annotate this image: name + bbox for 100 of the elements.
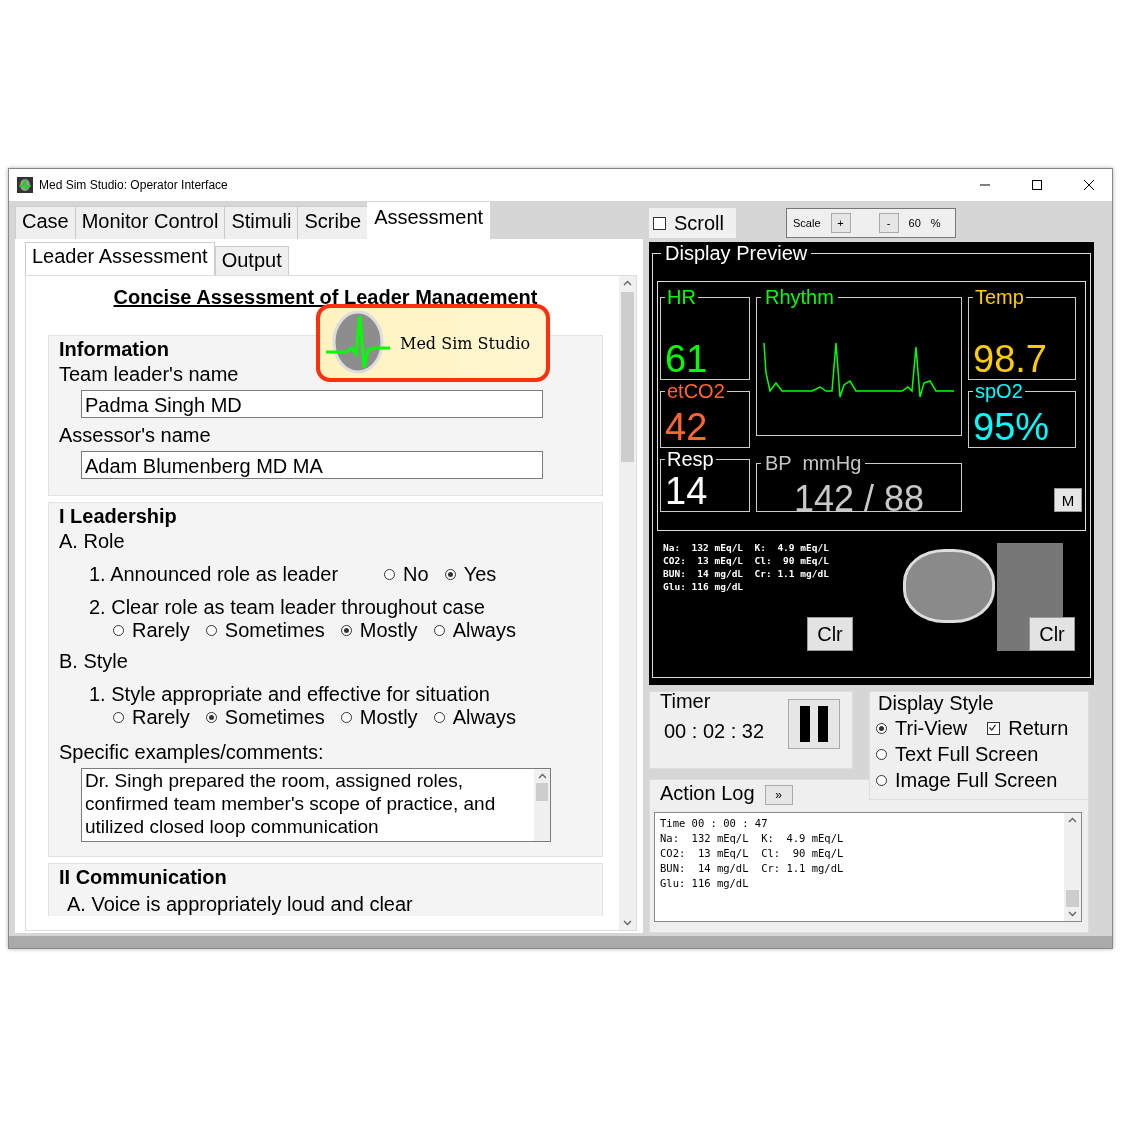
mode-button[interactable]: M <box>1054 488 1082 512</box>
brain-ecg-icon <box>324 310 392 376</box>
radio-button[interactable] <box>444 569 456 580</box>
scroll-up-icon[interactable] <box>623 280 632 286</box>
check-icon <box>988 722 998 732</box>
panel-title: Action Log <box>660 781 755 805</box>
scale-label: Scale <box>793 217 821 229</box>
expand-button[interactable]: » <box>764 785 793 805</box>
tab[interactable]: Stimuli <box>224 206 299 239</box>
radio-button[interactable] <box>876 722 887 734</box>
checkbox[interactable] <box>653 216 666 230</box>
question-text: A. Voice is appropriately loud and clear <box>67 893 413 916</box>
field-label: Assessor's name <box>59 424 211 447</box>
vital-value: 142 / 88 <box>792 481 926 517</box>
app-icon <box>17 177 33 193</box>
scrollbar-thumb[interactable] <box>536 783 548 801</box>
tab[interactable]: Case <box>15 206 76 239</box>
vital-label: HR <box>666 286 697 309</box>
option-label: Rarely <box>132 619 190 642</box>
clear-button[interactable]: Clr <box>1029 617 1075 651</box>
question-text: 1. Style appropriate and effective for situation <box>89 683 490 705</box>
input-field[interactable]: Adam Blumenberg MD MA <box>81 451 543 479</box>
question-text: 2. Clear role as team leader throughout case <box>89 596 485 618</box>
section-heading: II Communication <box>59 866 227 889</box>
vital-value: 95% <box>973 407 1051 447</box>
pause-icon <box>800 706 828 742</box>
radio-button[interactable] <box>205 625 217 636</box>
form-title: Concise Assessment of Leader Management <box>112 286 539 309</box>
zoom-in-button[interactable]: + <box>830 213 851 233</box>
tab[interactable]: Monitor Control <box>74 206 226 239</box>
radio-button[interactable] <box>433 712 445 723</box>
option-label: Rarely <box>132 706 190 729</box>
vital-label: Resp <box>666 448 715 471</box>
scrollbar-thumb[interactable] <box>1066 890 1079 907</box>
tab[interactable]: Output <box>214 246 289 275</box>
scrollbar-thumb[interactable] <box>621 292 634 462</box>
option-label: Always <box>452 706 516 729</box>
radio-button[interactable] <box>113 712 124 723</box>
vital-value: 98.7 <box>973 339 1048 379</box>
window-title: Med Sim Studio: Operator Interface <box>39 178 229 192</box>
vital-label: etCO2 <box>666 380 726 403</box>
option-label: Always <box>452 619 516 642</box>
radio-button[interactable] <box>876 748 887 760</box>
scroll-down-icon[interactable] <box>623 920 632 926</box>
scroll-up-icon[interactable] <box>1068 817 1077 823</box>
clear-button[interactable]: Clr <box>807 617 853 651</box>
log-field[interactable]: Time 00 : 00 : 47 Na: 132 mEq/L K: 4.9 mEq/L CO2: 13 mEq/L Cl: 90 mEq/L BUN: 14 mg/dL Cr: 1.1 mg/dL Glu: 116 mg/dL <box>654 812 1082 922</box>
input-field[interactable]: Padma Singh MD <box>81 390 543 418</box>
tab[interactable]: Leader Assessment <box>25 242 215 275</box>
checkbox[interactable] <box>987 721 1001 735</box>
scale-value: 60 <box>908 217 921 229</box>
option-label: Mostly <box>359 619 418 642</box>
tab[interactable]: Scribe <box>297 206 369 239</box>
radio-button[interactable] <box>340 712 352 723</box>
checkbox-label: Return <box>1008 716 1069 740</box>
pause-button[interactable] <box>788 699 840 749</box>
panel-title: Display Style <box>877 692 995 714</box>
option-label: Sometimes <box>224 706 325 729</box>
option-label: Sometimes <box>224 619 325 642</box>
radio-button[interactable] <box>205 712 217 723</box>
field-label: Team leader's name <box>59 363 239 386</box>
section-heading: I Leadership <box>59 505 177 528</box>
vital-value: 14 <box>665 471 709 511</box>
comments-field[interactable]: Dr. Singh prepared the room, assigned roles, confirmed team member's scope of practice, and utilized closed loop communication <box>81 768 551 842</box>
option-label: Mostly <box>359 706 418 729</box>
subsection-label: B. Style <box>59 650 128 673</box>
option-label: Text Full Screen <box>895 742 1039 766</box>
vital-value: 42 <box>665 407 709 447</box>
scroll-down-icon[interactable] <box>1068 911 1077 917</box>
field-label: Specific examples/comments: <box>59 741 324 764</box>
section-heading: Information <box>59 338 169 361</box>
radio-button[interactable] <box>340 625 352 636</box>
panel-title: Display Preview <box>664 242 809 265</box>
option-label: No <box>403 563 429 586</box>
option-label: Tri-View <box>895 716 968 740</box>
scale-unit: % <box>930 217 941 229</box>
vital-label: Rhythm <box>764 286 835 309</box>
tab[interactable]: Assessment <box>367 202 491 239</box>
scroll-up-icon[interactable] <box>537 773 547 779</box>
subsection-label: A. Role <box>59 530 125 553</box>
vital-label: BP mmHg <box>764 452 863 475</box>
panel-title: Timer <box>659 690 712 713</box>
close-icon[interactable] <box>1084 180 1094 190</box>
scrollbar[interactable] <box>619 276 636 930</box>
question-text: 1. Announced role as leader <box>89 563 339 586</box>
timer-value: 00 : 02 : 32 <box>664 719 765 743</box>
radio-button[interactable] <box>113 625 124 636</box>
checkbox-label: Scroll <box>674 211 724 235</box>
vital-label: spO2 <box>974 380 1024 403</box>
vital-label: Temp <box>974 286 1025 309</box>
lab-results: Na: 132 mEq/L K: 4.9 mEq/L CO2: 13 mEq/L Cl: 90 mEq/L BUN: 14 mg/dL Cr: 1.1 mg/dL Glu: 116 mg/dL <box>663 541 829 593</box>
radio-button[interactable] <box>876 774 887 786</box>
option-label: Yes <box>463 563 497 586</box>
maximize-icon[interactable] <box>1032 180 1042 190</box>
radio-button[interactable] <box>384 569 396 580</box>
vital-value: 61 <box>665 339 709 379</box>
radio-button[interactable] <box>433 625 445 636</box>
option-label: Image Full Screen <box>895 768 1058 792</box>
logo-text: Med Sim Studio <box>400 333 531 353</box>
zoom-out-button[interactable]: - <box>878 213 899 233</box>
